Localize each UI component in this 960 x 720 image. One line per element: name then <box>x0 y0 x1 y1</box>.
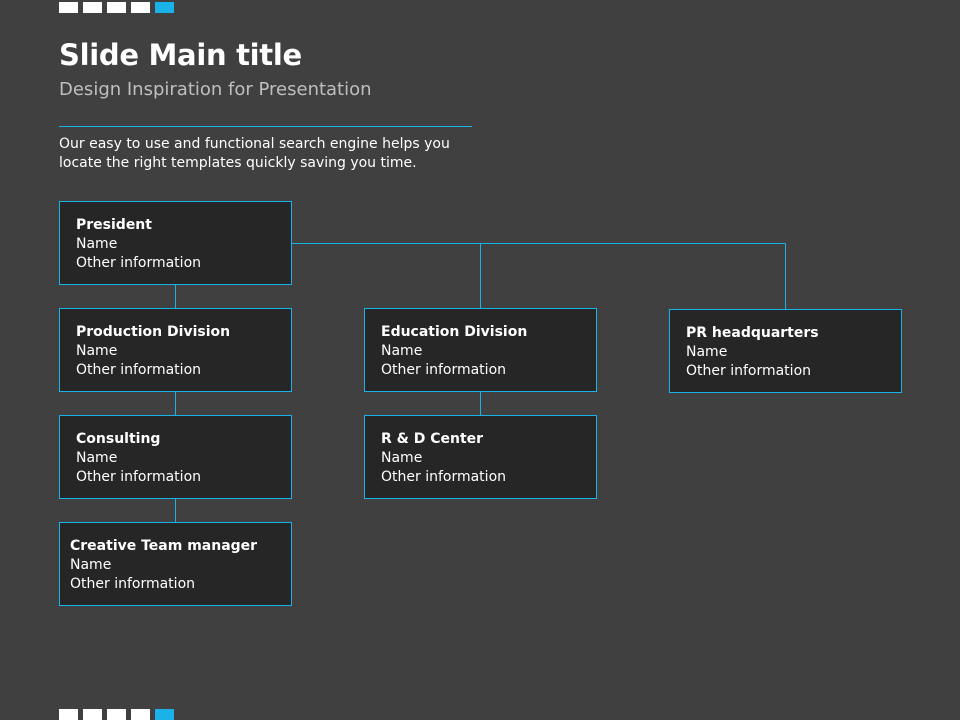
org-box-name: Name <box>76 450 118 466</box>
bottom-decoration-squares <box>59 709 174 720</box>
org-box-name: Name <box>76 236 118 252</box>
org-box-info: Other information <box>686 363 812 379</box>
org-box-consulting: Consulting Name Other information <box>59 415 292 499</box>
org-box-info: Other information <box>76 469 202 485</box>
org-box-name: Name <box>76 343 118 359</box>
org-box-role: R & D Center <box>381 431 484 447</box>
decor-square <box>59 709 78 720</box>
org-box-name: Name <box>686 344 728 360</box>
org-box-name: Name <box>70 557 112 573</box>
decor-square <box>83 709 102 720</box>
org-box-pr-headquarters: PR headquarters Name Other information <box>669 309 902 393</box>
org-box-role: Creative Team manager <box>70 538 258 554</box>
decor-square-accent <box>155 709 174 720</box>
org-box-info: Other information <box>381 469 507 485</box>
org-box-info: Other information <box>76 255 202 271</box>
org-box-education-division: Education Division Name Other informatio… <box>364 308 597 392</box>
org-box-info: Other information <box>76 362 202 378</box>
org-box-name: Name <box>381 450 423 466</box>
decor-square <box>107 709 126 720</box>
org-box-name: Name <box>381 343 423 359</box>
org-box-president: President Name Other information <box>59 201 292 285</box>
org-box-production-division: Production Division Name Other informati… <box>59 308 292 392</box>
org-box-role: President <box>76 217 152 233</box>
org-box-role: PR headquarters <box>686 325 819 341</box>
org-box-info: Other information <box>70 576 196 592</box>
org-box-info: Other information <box>381 362 507 378</box>
decor-square <box>131 709 150 720</box>
org-box-role: Education Division <box>381 324 528 340</box>
org-box-role: Consulting <box>76 431 161 447</box>
org-box-rnd-center: R & D Center Name Other information <box>364 415 597 499</box>
org-box-role: Production Division <box>76 324 231 340</box>
org-box-creative-team-manager: Creative Team manager Name Other informa… <box>59 522 292 606</box>
